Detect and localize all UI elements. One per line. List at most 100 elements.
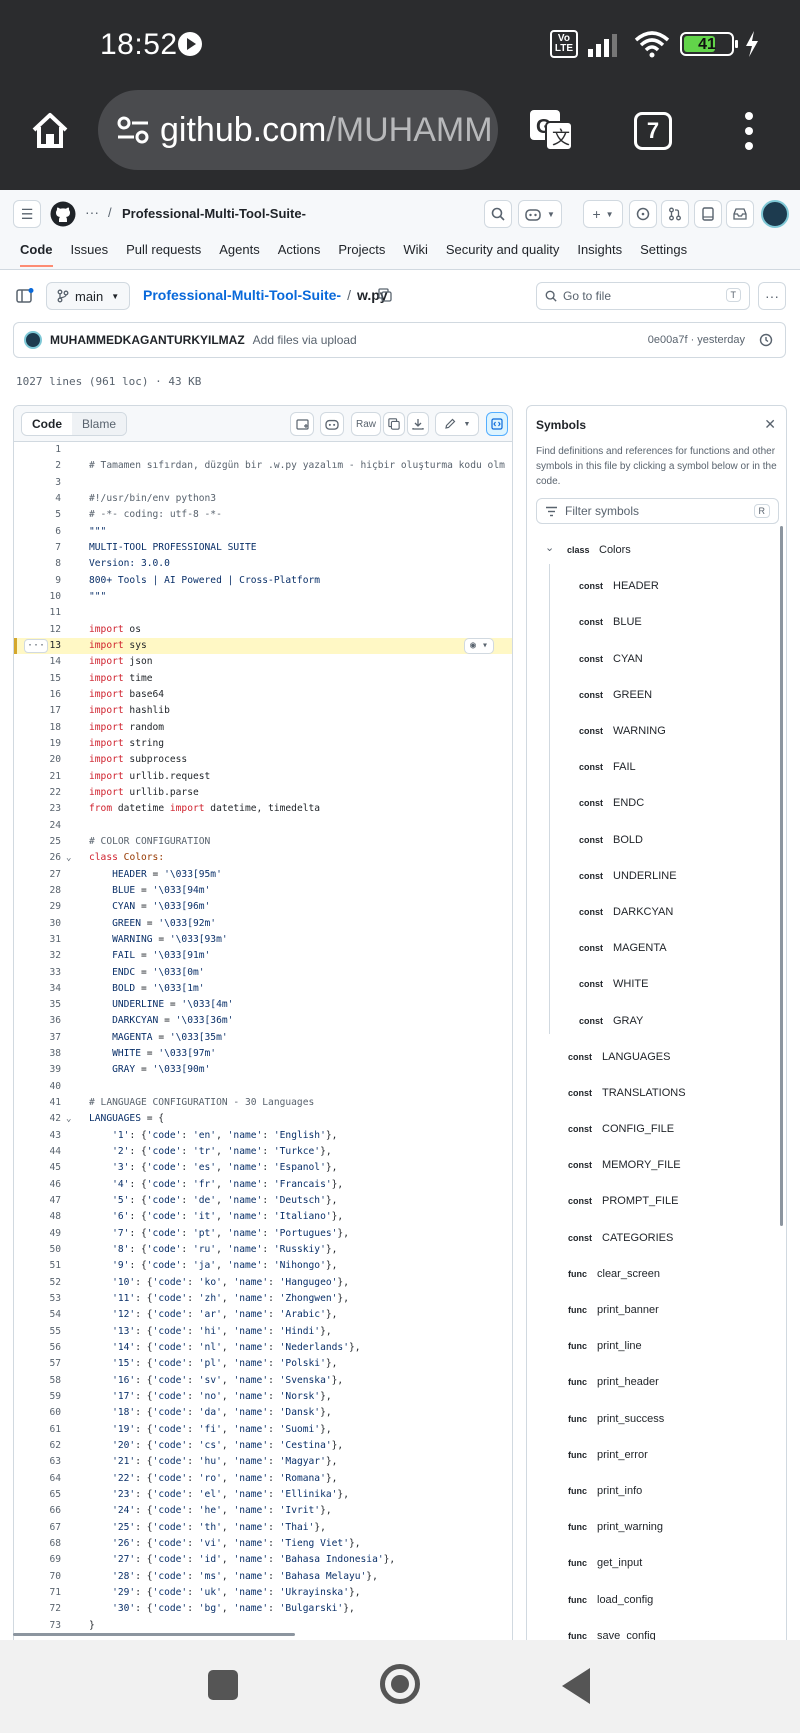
symbol-item-config-file[interactable]: const CONFIG_FILE — [527, 1111, 786, 1147]
tab-agents[interactable]: Agents — [219, 242, 259, 267]
code-line[interactable]: 61 '19': {'code': 'fi', 'name': 'Suomi'}… — [14, 1422, 512, 1438]
symbols-file-button[interactable] — [290, 412, 314, 436]
code-line[interactable]: 12 import os — [14, 622, 512, 638]
symbol-item-cyan[interactable]: const CYAN — [527, 641, 786, 677]
line-number[interactable]: 35 — [14, 997, 61, 1013]
code-line[interactable]: 68 '26': {'code': 'vi', 'name': 'Tieng V… — [14, 1536, 512, 1552]
symbol-item-magenta[interactable]: const MAGENTA — [527, 930, 786, 966]
code-line[interactable]: 19 import string — [14, 736, 512, 752]
line-number[interactable]: 15 — [14, 671, 61, 687]
line-number[interactable]: 73 — [14, 1618, 61, 1634]
translate-icon[interactable]: G 文 — [528, 108, 574, 152]
code-line[interactable]: 18 import random — [14, 720, 512, 736]
line-number[interactable]: 12 — [14, 622, 61, 638]
line-number[interactable]: 51 — [14, 1258, 61, 1274]
line-number[interactable]: 4 — [14, 491, 61, 507]
copy-path-icon[interactable] — [378, 288, 392, 302]
line-number[interactable]: 61 — [14, 1422, 61, 1438]
line-number[interactable]: 5 — [14, 507, 61, 523]
create-new-button[interactable]: + ▼ — [583, 200, 623, 228]
code-line[interactable]: 73} — [14, 1618, 512, 1634]
more-options-button[interactable]: ··· — [758, 282, 786, 310]
line-number[interactable]: 32 — [14, 948, 61, 964]
code-line[interactable]: 72 '30': {'code': 'bg', 'name': 'Bulgars… — [14, 1601, 512, 1617]
line-number[interactable]: 41 — [14, 1095, 61, 1111]
symbol-item-categories[interactable]: const CATEGORIES — [527, 1220, 786, 1256]
code-line[interactable]: 16 import base64 — [14, 687, 512, 703]
search-button[interactable] — [484, 200, 512, 228]
symbol-item-underline[interactable]: const UNDERLINE — [527, 858, 786, 894]
code-line[interactable]: 4 #!/usr/bin/env python3 — [14, 491, 512, 507]
symbol-item-fail[interactable]: const FAIL — [527, 749, 786, 785]
line-number[interactable]: 14 — [14, 654, 61, 670]
code-line[interactable]: 62 '20': {'code': 'cs', 'name': 'Cestina… — [14, 1438, 512, 1454]
code-line[interactable]: 15 import time — [14, 671, 512, 687]
home-icon[interactable] — [30, 110, 70, 150]
code-line[interactable]: 6 """ — [14, 524, 512, 540]
line-number[interactable]: 16 — [14, 687, 61, 703]
line-number[interactable]: 72 — [14, 1601, 61, 1617]
line-number[interactable]: 18 — [14, 720, 61, 736]
copy-raw-button[interactable] — [383, 412, 405, 436]
code-line[interactable]: 33 ENDC = '\033[0m' — [14, 965, 512, 981]
line-number[interactable]: 27 — [14, 867, 61, 883]
line-number[interactable]: 9 — [14, 573, 61, 589]
close-icon[interactable]: ✕ — [764, 416, 776, 433]
code-line[interactable]: 23 from datetime import datetime, timedel… — [14, 801, 512, 817]
code-line[interactable]: 71 '29': {'code': 'uk', 'name': 'Ukrayin… — [14, 1585, 512, 1601]
line-number[interactable]: 10 — [14, 589, 61, 605]
symbol-item-print-line[interactable]: func print_line — [527, 1328, 786, 1364]
code-line[interactable]: 43 '1': {'code': 'en', 'name': 'English'… — [14, 1128, 512, 1144]
code-line[interactable]: 11 — [14, 605, 512, 621]
code-line[interactable]: 17 import hashlib — [14, 703, 512, 719]
line-number[interactable]: 30 — [14, 916, 61, 932]
line-number[interactable]: 11 — [14, 605, 61, 621]
symbol-item-gray[interactable]: const GRAY — [527, 1002, 786, 1038]
symbol-item-darkcyan[interactable]: const DARKCYAN — [527, 894, 786, 930]
repositories-icon-button[interactable] — [694, 200, 722, 228]
line-number[interactable]: 65 — [14, 1487, 61, 1503]
line-number[interactable]: 2 — [14, 458, 61, 474]
line-number[interactable]: 33 — [14, 965, 61, 981]
line-number[interactable]: 59 — [14, 1389, 61, 1405]
site-settings-icon[interactable] — [116, 115, 150, 145]
code-line[interactable]: 14 import json — [14, 654, 512, 670]
symbol-item-memory-file[interactable]: const MEMORY_FILE — [527, 1147, 786, 1183]
symbol-item-colors[interactable]: ⌄ class Colors — [527, 532, 786, 568]
line-number[interactable]: 7 — [14, 540, 61, 556]
line-number[interactable]: 40 — [14, 1079, 61, 1095]
code-line[interactable]: 32 FAIL = '\033[91m' — [14, 948, 512, 964]
code-line[interactable]: 2 # Tamamen sıfırdan, düzgün bir .w.py ya… — [14, 458, 512, 474]
chevron-down-icon[interactable]: ⌄ — [545, 541, 567, 554]
line-number[interactable]: 49 — [14, 1226, 61, 1242]
symbol-item-translations[interactable]: const TRANSLATIONS — [527, 1075, 786, 1111]
line-options-button[interactable]: ··· — [24, 638, 49, 653]
code-line[interactable]: 52 '10': {'code': 'ko', 'name': 'Hanguge… — [14, 1275, 512, 1291]
line-number[interactable]: 63 — [14, 1454, 61, 1470]
line-number[interactable]: 31 — [14, 932, 61, 948]
line-number[interactable]: 67 — [14, 1520, 61, 1536]
code-line[interactable]: 46 '4': {'code': 'fr', 'name': 'Francais… — [14, 1177, 512, 1193]
line-number[interactable]: 24 — [14, 818, 61, 834]
symbol-item-get-input[interactable]: func get_input — [527, 1545, 786, 1581]
code-line[interactable]: 39 GRAY = '\033[90m' — [14, 1062, 512, 1078]
branch-selector[interactable]: main ▼ — [46, 282, 130, 310]
commit-author[interactable]: MUHAMMEDKAGANTURKYILMAZ — [50, 333, 245, 347]
line-number[interactable]: 23 — [14, 801, 61, 817]
line-number[interactable]: 45 — [14, 1160, 61, 1176]
line-number[interactable]: 55 — [14, 1324, 61, 1340]
line-number[interactable]: 17 — [14, 703, 61, 719]
code-line[interactable]: 1 — [14, 442, 512, 458]
code-line[interactable]: 56 '14': {'code': 'nl', 'name': 'Nederla… — [14, 1340, 512, 1356]
line-number[interactable]: 36 — [14, 1013, 61, 1029]
inbox-button[interactable] — [726, 200, 754, 228]
back-button[interactable] — [562, 1668, 590, 1704]
code-line[interactable]: 50 '8': {'code': 'ru', 'name': 'Russkiy'… — [14, 1242, 512, 1258]
symbol-item-bold[interactable]: const BOLD — [527, 822, 786, 858]
symbol-item-clear-screen[interactable]: func clear_screen — [527, 1256, 786, 1292]
code-line[interactable]: 60 '18': {'code': 'da', 'name': 'Dansk'}… — [14, 1405, 512, 1421]
code-line[interactable]: 7 MULTI-TOOL PROFESSIONAL SUITE — [14, 540, 512, 556]
symbol-item-print-success[interactable]: func print_success — [527, 1401, 786, 1437]
code-line[interactable]: 22 import urllib.parse — [14, 785, 512, 801]
line-number[interactable]: 21 — [14, 769, 61, 785]
